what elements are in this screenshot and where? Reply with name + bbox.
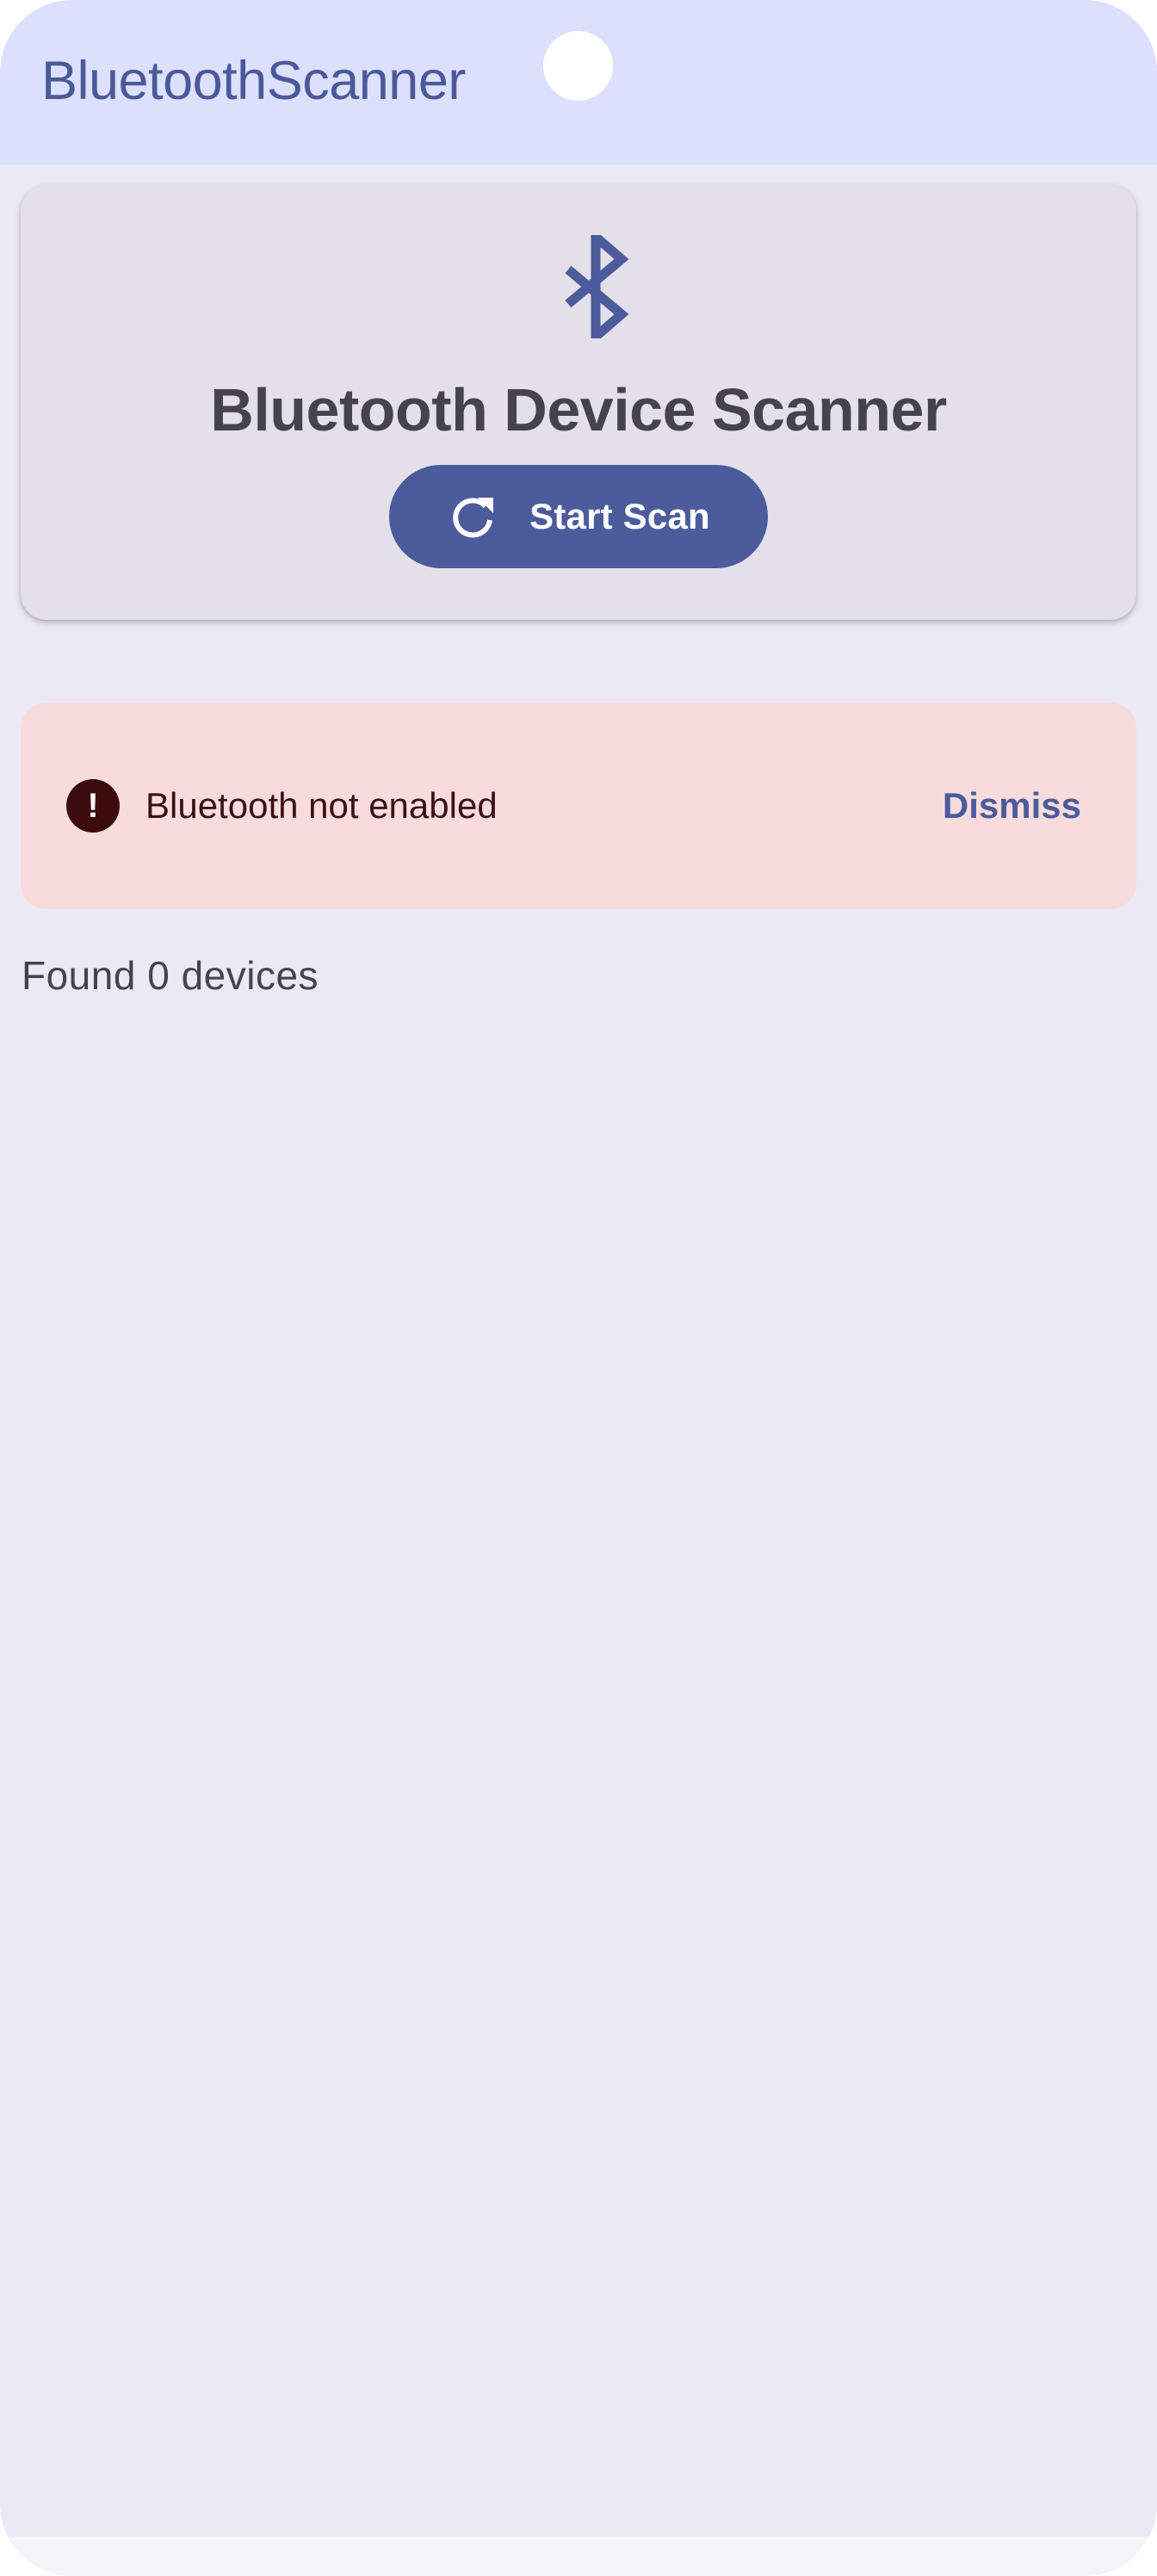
- gesture-navigation-bar: [0, 2536, 1157, 2576]
- app-title: BluetoothScanner: [41, 51, 466, 111]
- start-scan-button[interactable]: Start Scan: [389, 465, 768, 568]
- error-icon: !: [66, 779, 120, 833]
- scanner-card: Bluetooth Device Scanner Start Scan: [21, 185, 1136, 620]
- camera-cutout: [543, 31, 613, 101]
- error-message: Bluetooth not enabled: [145, 785, 498, 826]
- app-screen: BluetoothScanner Bluetooth Device Scanne…: [0, 0, 1157, 2576]
- refresh-icon: [453, 498, 494, 538]
- device-count-text: Found 0 devices: [22, 953, 319, 998]
- error-banner: ! Bluetooth not enabled Dismiss: [21, 703, 1136, 909]
- dismiss-button[interactable]: Dismiss: [943, 783, 1081, 829]
- start-scan-label: Start Scan: [529, 496, 710, 536]
- card-title: Bluetooth Device Scanner: [210, 376, 947, 443]
- bluetooth-icon: [565, 235, 629, 338]
